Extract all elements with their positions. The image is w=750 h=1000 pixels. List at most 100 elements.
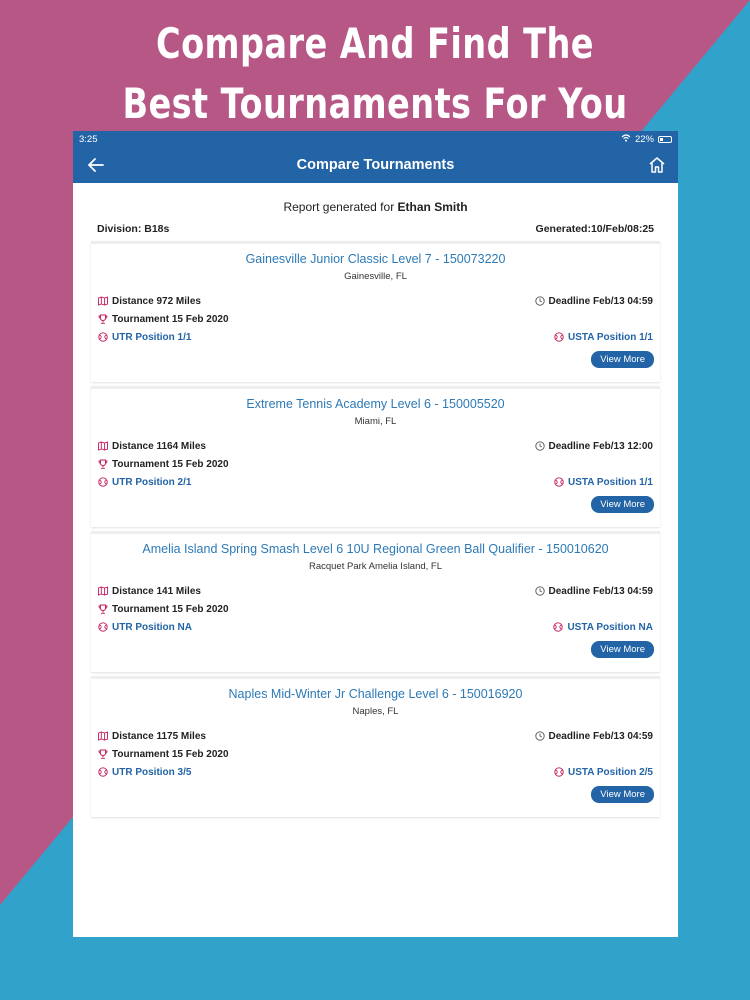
utr-text: UTR Position NA — [112, 621, 192, 633]
card-row-1: Distance 1164 Miles Deadline Feb/13 12:0… — [91, 437, 660, 455]
clock-icon — [534, 441, 545, 451]
clock-icon — [534, 731, 545, 741]
card-row-3: UTR Position 2/1 USTA Position 1/1 — [91, 473, 660, 491]
card-row-3: UTR Position NA USTA Position NA — [91, 618, 660, 636]
tournament-location: Gainesville, FL — [344, 271, 407, 282]
view-more-button[interactable]: View More — [591, 786, 654, 803]
utr-info: UTR Position 1/1 — [98, 332, 191, 343]
map-icon — [98, 586, 108, 596]
tournament-list: Gainesville Junior Classic Level 7 - 150… — [73, 241, 678, 817]
distance-text: Distance 141 Miles — [112, 585, 201, 597]
distance-info: Distance 141 Miles — [98, 586, 201, 597]
tournament-date-text: Tournament 15 Feb 2020 — [112, 313, 229, 325]
battery-percent: 22% — [634, 133, 654, 145]
status-bar: 3:25 22% — [73, 131, 678, 147]
view-more-button[interactable]: View More — [591, 496, 654, 513]
card-row-3: UTR Position 1/1 USTA Position 1/1 — [91, 328, 660, 346]
utr-text: UTR Position 3/5 — [112, 766, 192, 778]
deadline-text: Deadline Feb/13 04:59 — [548, 730, 654, 742]
tournament-card: Gainesville Junior Classic Level 7 - 150… — [91, 241, 660, 382]
deadline-text: Deadline Feb/13 04:59 — [548, 295, 654, 307]
usta-info: USTA Position 1/1 — [554, 477, 653, 488]
usta-text: USTA Position NA — [567, 621, 653, 633]
clock-icon — [534, 586, 545, 596]
trophy-icon — [98, 749, 108, 759]
headline-line-1: Compare And Find The — [156, 19, 594, 68]
card-row-1: Distance 972 Miles Deadline Feb/13 04:59 — [91, 292, 660, 310]
tournament-location: Racquet Park Amelia Island, FL — [308, 561, 443, 572]
report-heading: Report generated for Ethan Smith — [73, 200, 678, 214]
status-right: 22% — [621, 134, 672, 145]
distance-text: Distance 1164 Miles — [112, 440, 206, 452]
tennis-ball-icon — [98, 477, 108, 487]
battery-icon — [658, 135, 672, 143]
trophy-icon — [98, 604, 108, 614]
tournament-date-text: Tournament 15 Feb 2020 — [112, 748, 229, 760]
deadline-info: Deadline Feb/13 04:59 — [534, 730, 654, 742]
tournament-title[interactable]: Naples Mid-Winter Jr Challenge Level 6 -… — [91, 687, 660, 701]
tournament-card: Amelia Island Spring Smash Level 6 10U R… — [91, 531, 660, 672]
tournament-date-text: Tournament 15 Feb 2020 — [112, 603, 229, 615]
tournament-card: Extreme Tennis Academy Level 6 - 1500055… — [91, 386, 660, 527]
tournament-title[interactable]: Extreme Tennis Academy Level 6 - 1500055… — [91, 397, 660, 411]
deadline-text: Deadline Feb/13 04:59 — [548, 585, 654, 597]
page-title: Compare Tournaments — [296, 157, 455, 173]
map-icon — [98, 296, 108, 306]
tennis-ball-icon — [98, 767, 108, 777]
card-row-2: Tournament 15 Feb 2020 — [91, 310, 660, 328]
card-row-2: Tournament 15 Feb 2020 — [91, 745, 660, 763]
card-row-2: Tournament 15 Feb 2020 — [91, 455, 660, 473]
card-row-3: UTR Position 3/5 USTA Position 2/5 — [91, 763, 660, 781]
deadline-info: Deadline Feb/13 04:59 — [534, 295, 654, 307]
back-arrow-icon[interactable] — [86, 155, 106, 175]
status-time: 3:25 — [79, 133, 98, 145]
home-icon[interactable] — [646, 154, 668, 176]
card-row-2: Tournament 15 Feb 2020 — [91, 600, 660, 618]
tournament-date-info: Tournament 15 Feb 2020 — [98, 604, 229, 615]
tennis-ball-icon — [554, 332, 564, 342]
tournament-date-info: Tournament 15 Feb 2020 — [98, 749, 229, 760]
utr-text: UTR Position 1/1 — [112, 331, 192, 343]
tournament-title[interactable]: Amelia Island Spring Smash Level 6 10U R… — [91, 542, 660, 556]
tennis-ball-icon — [553, 622, 564, 632]
distance-text: Distance 972 Miles — [112, 295, 201, 307]
tennis-ball-icon — [554, 477, 564, 487]
distance-info: Distance 1175 Miles — [98, 731, 206, 742]
tournament-date-info: Tournament 15 Feb 2020 — [98, 314, 229, 325]
clock-icon — [534, 296, 545, 306]
tournament-date-text: Tournament 15 Feb 2020 — [112, 458, 229, 470]
distance-text: Distance 1175 Miles — [112, 730, 206, 742]
trophy-icon — [98, 314, 108, 324]
map-icon — [98, 731, 108, 741]
card-row-1: Distance 141 Miles Deadline Feb/13 04:59 — [91, 582, 660, 600]
usta-info: USTA Position NA — [553, 622, 653, 633]
utr-info: UTR Position NA — [98, 622, 192, 633]
tournament-title[interactable]: Gainesville Junior Classic Level 7 - 150… — [91, 252, 660, 266]
usta-text: USTA Position 1/1 — [567, 476, 653, 488]
view-more-button[interactable]: View More — [591, 351, 654, 368]
card-row-1: Distance 1175 Miles Deadline Feb/13 04:5… — [91, 727, 660, 745]
wifi-icon — [621, 133, 631, 145]
tournament-location: Miami, FL — [354, 416, 397, 427]
tennis-ball-icon — [98, 332, 108, 342]
distance-info: Distance 972 Miles — [98, 296, 201, 307]
usta-info: USTA Position 2/5 — [554, 767, 653, 778]
usta-text: USTA Position 2/5 — [567, 766, 653, 778]
utr-text: UTR Position 2/1 — [112, 476, 192, 488]
nav-bar: Compare Tournaments — [73, 147, 678, 183]
app-screen: 3:25 22% Compare Tournaments Report gene… — [73, 131, 678, 937]
usta-info: USTA Position 1/1 — [554, 332, 653, 343]
generated-label: Generated:10/Feb/08:25 — [535, 223, 654, 235]
view-more-button[interactable]: View More — [591, 641, 654, 658]
deadline-info: Deadline Feb/13 12:00 — [534, 440, 654, 452]
map-icon — [98, 441, 108, 451]
tennis-ball-icon — [98, 622, 108, 632]
utr-info: UTR Position 3/5 — [98, 767, 191, 778]
division-label: Division: B18s — [97, 223, 170, 235]
promo-headline: Compare And Find The Best Tournaments Fo… — [75, 14, 675, 134]
tournament-location: Naples, FL — [352, 706, 399, 717]
tennis-ball-icon — [554, 767, 564, 777]
tournament-date-info: Tournament 15 Feb 2020 — [98, 459, 229, 470]
deadline-text: Deadline Feb/13 12:00 — [548, 440, 654, 452]
usta-text: USTA Position 1/1 — [567, 331, 653, 343]
